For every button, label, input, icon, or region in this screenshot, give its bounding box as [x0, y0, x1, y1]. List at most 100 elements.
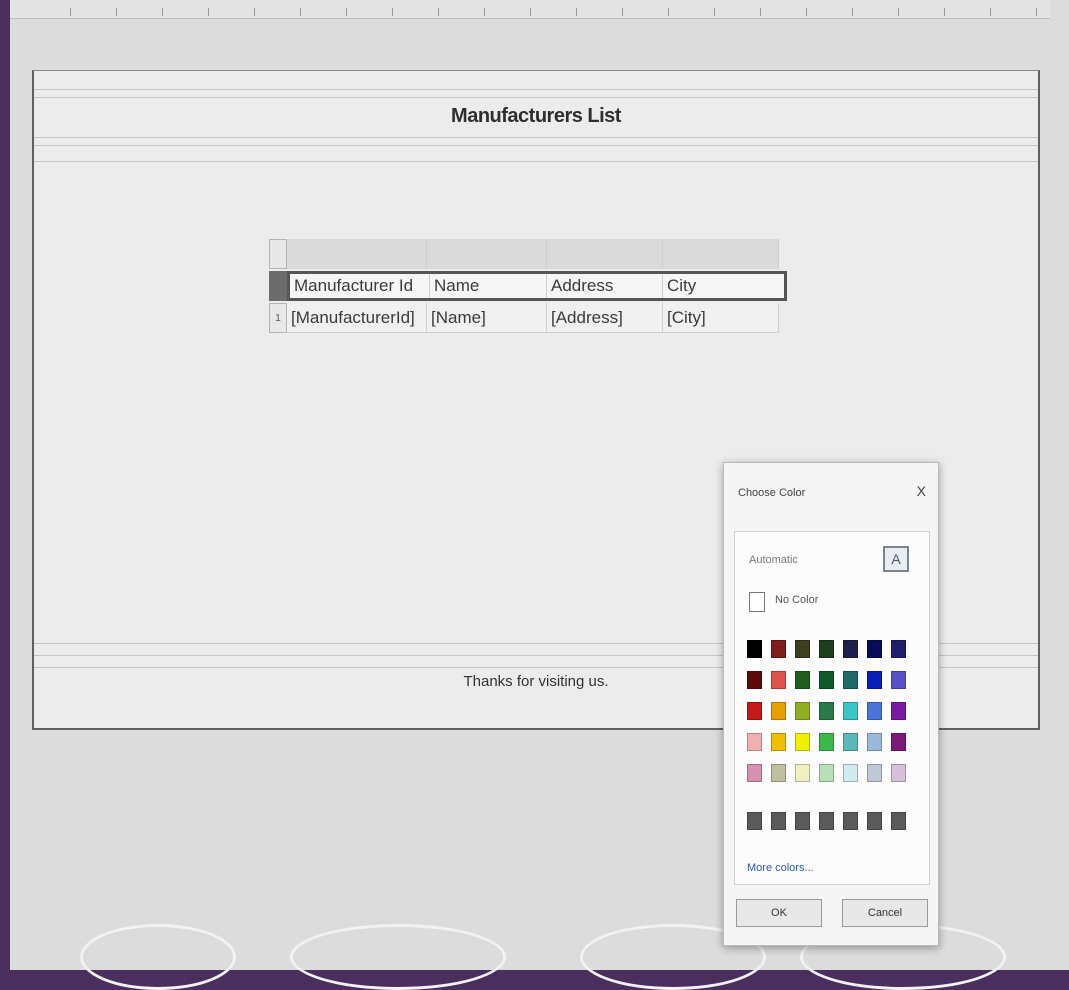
color-swatch[interactable] [795, 764, 810, 782]
column-handle[interactable] [547, 239, 663, 269]
report-title[interactable]: Manufacturers List [34, 105, 1038, 128]
column-handle[interactable] [427, 239, 547, 269]
color-swatch[interactable] [771, 764, 786, 782]
ruler-tick [714, 8, 715, 16]
ruler-tick [852, 8, 853, 16]
gray-swatch[interactable] [771, 812, 786, 830]
color-swatch[interactable] [747, 671, 762, 689]
ruler-tick [438, 8, 439, 16]
gray-swatch[interactable] [795, 812, 810, 830]
color-swatch[interactable] [891, 671, 906, 689]
color-swatch[interactable] [843, 764, 858, 782]
header-row[interactable]: Manufacturer Id Name Address City [269, 271, 787, 301]
header-divider [34, 97, 1038, 98]
header-divider [34, 137, 1038, 138]
ruler-tick [1036, 8, 1037, 16]
ruler-tick [70, 8, 71, 16]
color-swatch[interactable] [795, 671, 810, 689]
color-swatch[interactable] [747, 640, 762, 658]
color-swatch[interactable] [843, 640, 858, 658]
ruler-tick [530, 8, 531, 16]
header-cell-address[interactable]: Address [547, 274, 663, 298]
automatic-icon: A [891, 551, 901, 567]
cancel-button[interactable]: Cancel [842, 899, 928, 927]
color-swatch[interactable] [891, 764, 906, 782]
color-swatch[interactable] [843, 702, 858, 720]
ruler-tick [346, 8, 347, 16]
color-swatch[interactable] [867, 764, 882, 782]
decorative-shape [80, 924, 236, 990]
color-swatch[interactable] [867, 702, 882, 720]
header-cell-city[interactable]: City [663, 274, 784, 298]
ruler-tick [898, 8, 899, 16]
color-swatch[interactable] [771, 640, 786, 658]
color-swatch[interactable] [867, 640, 882, 658]
color-swatch[interactable] [795, 702, 810, 720]
ruler-tick [668, 8, 669, 16]
header-divider [34, 161, 1038, 162]
color-swatch[interactable] [891, 640, 906, 658]
data-cell-city[interactable]: [City] [663, 303, 779, 333]
no-color-swatch[interactable] [749, 592, 765, 612]
data-row[interactable]: 1 [ManufacturerId] [Name] [Address] [Cit… [269, 303, 779, 333]
color-swatch[interactable] [795, 640, 810, 658]
data-cell-address[interactable]: [Address] [547, 303, 663, 333]
gray-swatch[interactable] [891, 812, 906, 830]
color-panel: Automatic A No Color More colors... [734, 531, 930, 885]
header-cell-name[interactable]: Name [430, 274, 547, 298]
color-swatch[interactable] [891, 733, 906, 751]
row-handle-selected[interactable] [269, 271, 287, 301]
ruler-tick [576, 8, 577, 16]
color-swatch[interactable] [771, 702, 786, 720]
column-handle[interactable] [287, 239, 427, 269]
ruler-tick [300, 8, 301, 16]
ruler-tick [760, 8, 761, 16]
color-swatch[interactable] [771, 671, 786, 689]
ruler-tick [162, 8, 163, 16]
ruler-tick [944, 8, 945, 16]
column-handle-row [269, 239, 779, 269]
color-swatch[interactable] [819, 671, 834, 689]
color-swatch[interactable] [843, 733, 858, 751]
ruler-tick [484, 8, 485, 16]
gray-swatch[interactable] [867, 812, 882, 830]
gray-swatch[interactable] [819, 812, 834, 830]
no-color-label[interactable]: No Color [775, 594, 818, 606]
color-swatch[interactable] [867, 671, 882, 689]
ruler-tick [116, 8, 117, 16]
horizontal-ruler [10, 0, 1050, 19]
ruler-tick [806, 8, 807, 16]
color-swatch[interactable] [819, 702, 834, 720]
color-swatch[interactable] [747, 733, 762, 751]
color-swatch[interactable] [747, 764, 762, 782]
header-divider [34, 89, 1038, 90]
color-swatch[interactable] [771, 733, 786, 751]
gray-swatch[interactable] [843, 812, 858, 830]
header-divider [34, 145, 1038, 146]
row-handle[interactable]: 1 [269, 303, 287, 333]
color-swatch[interactable] [747, 702, 762, 720]
column-handle[interactable] [663, 239, 779, 269]
data-cell-manufacturer-id[interactable]: [ManufacturerId] [287, 303, 427, 333]
choose-color-dialog[interactable]: Choose Color X Automatic A No Color More… [723, 462, 939, 946]
gray-swatch[interactable] [747, 812, 762, 830]
automatic-label: Automatic [749, 554, 798, 566]
ruler-tick [254, 8, 255, 16]
color-swatch[interactable] [819, 764, 834, 782]
color-swatch[interactable] [819, 733, 834, 751]
color-swatch[interactable] [891, 702, 906, 720]
ok-button[interactable]: OK [736, 899, 822, 927]
color-swatch[interactable] [843, 671, 858, 689]
more-colors-link[interactable]: More colors... [747, 862, 814, 874]
header-cell-manufacturer-id[interactable]: Manufacturer Id [290, 274, 430, 298]
ruler-tick [990, 8, 991, 16]
ruler-tick [622, 8, 623, 16]
corner-handle[interactable] [269, 239, 287, 269]
color-swatch[interactable] [819, 640, 834, 658]
data-cell-name[interactable]: [Name] [427, 303, 547, 333]
color-swatch[interactable] [795, 733, 810, 751]
color-swatch[interactable] [867, 733, 882, 751]
close-icon[interactable]: X [917, 483, 926, 499]
automatic-color-button[interactable]: A [883, 546, 909, 572]
ruler-tick [392, 8, 393, 16]
